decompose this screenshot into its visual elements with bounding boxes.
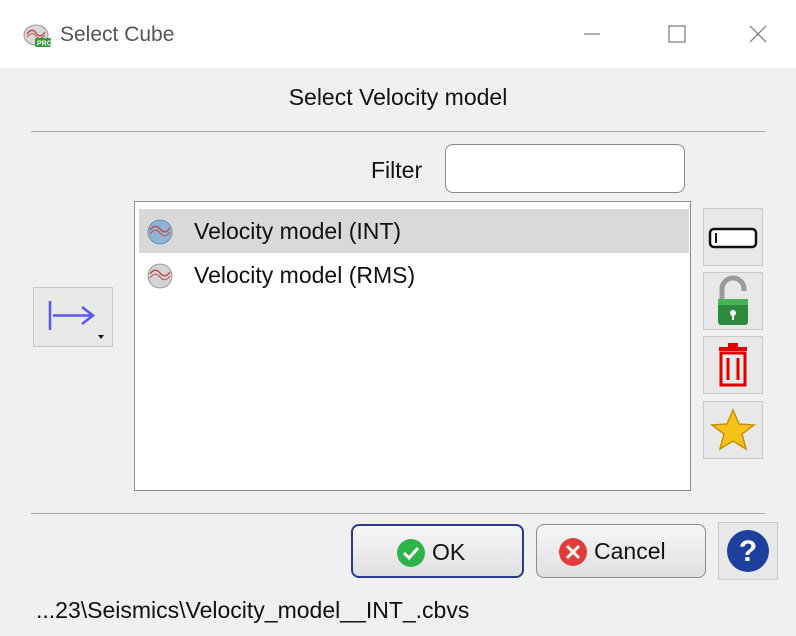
list-item-label: Velocity model (INT) bbox=[194, 218, 402, 244]
filter-label: Filter bbox=[371, 157, 423, 183]
favorite-star-icon bbox=[709, 408, 757, 451]
list-item-label: Velocity model (RMS) bbox=[194, 262, 416, 288]
favorite-button[interactable] bbox=[703, 401, 763, 459]
title-bar: PRO Select Cube bbox=[0, 0, 796, 68]
dialog-heading: Select Velocity model bbox=[288, 84, 508, 110]
list-item[interactable]: Velocity model (INT) bbox=[139, 209, 689, 253]
pro-cube-app-icon: PRO bbox=[23, 24, 52, 48]
ok-button[interactable]: OK bbox=[351, 524, 524, 578]
delete-button[interactable] bbox=[703, 336, 763, 394]
unlock-icon bbox=[718, 275, 748, 325]
rename-button[interactable] bbox=[703, 208, 763, 266]
ok-label: OK bbox=[432, 539, 466, 565]
svg-text:PRO: PRO bbox=[37, 41, 52, 48]
help-icon: ? bbox=[727, 530, 769, 572]
window-title: Select Cube bbox=[60, 23, 175, 46]
velocity-cube-icon bbox=[147, 263, 173, 289]
check-icon bbox=[397, 539, 425, 567]
help-button[interactable]: ? bbox=[718, 522, 778, 580]
unlock-button[interactable] bbox=[703, 272, 763, 330]
velocity-cube-icon bbox=[147, 219, 173, 245]
cancel-x-icon bbox=[559, 538, 587, 566]
list-item[interactable]: Velocity model (RMS) bbox=[139, 253, 689, 297]
minimize-icon[interactable] bbox=[572, 20, 612, 48]
close-icon[interactable] bbox=[738, 20, 778, 48]
cancel-label: Cancel bbox=[594, 538, 666, 564]
object-list[interactable]: Velocity model (INT) Velocity model (RMS… bbox=[134, 201, 691, 491]
rename-icon bbox=[708, 227, 758, 249]
svg-text:?: ? bbox=[739, 535, 757, 568]
top-divider bbox=[31, 131, 765, 132]
insert-options-button[interactable] bbox=[33, 287, 113, 347]
bottom-divider bbox=[31, 513, 765, 514]
selected-file-path: ...23\Seismics\Velocity_model__INT_.cbvs bbox=[36, 597, 470, 623]
maximize-icon[interactable] bbox=[656, 20, 696, 48]
insert-arrow-icon bbox=[48, 301, 104, 339]
delete-icon bbox=[719, 343, 747, 387]
filter-input[interactable] bbox=[445, 144, 685, 193]
cancel-button[interactable]: Cancel bbox=[536, 524, 706, 578]
